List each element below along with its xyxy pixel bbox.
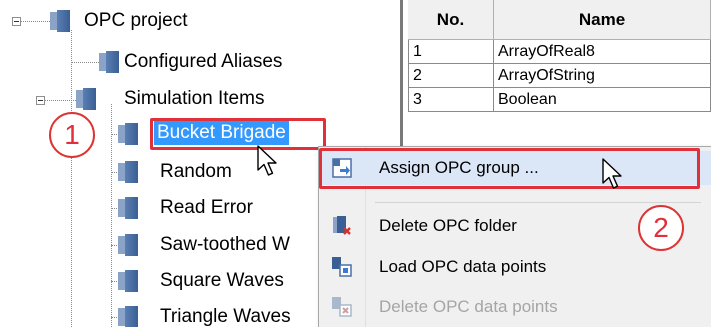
tree-item-read-error[interactable]: Read Error	[160, 196, 253, 220]
tree-item-random[interactable]: Random	[160, 160, 232, 184]
mouse-cursor-icon	[602, 158, 622, 189]
step-callout-2: 2	[638, 205, 684, 251]
tree-item-configured-aliases[interactable]: Configured Aliases	[124, 50, 282, 74]
cell-no[interactable]: 1	[408, 40, 494, 64]
tree-connector	[111, 104, 112, 327]
collapse-simulation-items-toggle[interactable]	[36, 96, 45, 105]
tree-item-simulation-items[interactable]: Simulation Items	[124, 87, 264, 111]
delete-data-points-icon	[332, 297, 352, 317]
column-header-name[interactable]: Name	[494, 0, 711, 40]
load-data-points-icon	[332, 257, 352, 277]
delete-folder-icon	[333, 216, 351, 235]
project-icon	[50, 10, 70, 32]
folder-icon	[118, 161, 138, 183]
tree-item-triangle-waves[interactable]: Triangle Waves	[160, 305, 291, 327]
tree-connector	[71, 30, 72, 327]
tree-connector	[16, 21, 50, 22]
menu-item-label: Delete OPC folder	[379, 216, 517, 235]
menu-separator	[375, 202, 701, 203]
annotation-highlight-box	[150, 118, 326, 150]
mouse-cursor-icon	[257, 145, 277, 176]
folder-icon	[99, 51, 119, 73]
tree-root-label[interactable]: OPC project	[84, 9, 187, 33]
menu-item-load-opc-data-points[interactable]: Load OPC data points	[319, 250, 711, 284]
menu-item-label: Delete OPC data points	[379, 297, 558, 316]
tree-item-square-waves[interactable]: Square Waves	[160, 269, 284, 293]
cell-no[interactable]: 2	[408, 64, 494, 88]
tree-connector	[71, 62, 99, 63]
cell-no[interactable]: 3	[408, 88, 494, 112]
menu-item-label: Load OPC data points	[379, 257, 547, 276]
cell-name[interactable]: ArrayOfString	[494, 64, 711, 88]
folder-icon	[118, 123, 138, 145]
folder-icon	[118, 306, 138, 327]
step-callout-1: 1	[49, 112, 95, 158]
collapse-root-toggle[interactable]	[12, 17, 21, 26]
tree-item-saw-toothed-waves[interactable]: Saw-toothed W	[160, 233, 290, 257]
folder-icon	[118, 234, 138, 256]
menu-item-delete-opc-data-points[interactable]: Delete OPC data points	[319, 290, 711, 324]
cell-name[interactable]: Boolean	[494, 88, 711, 112]
annotation-highlight-box	[319, 148, 700, 189]
folder-icon	[118, 270, 138, 292]
column-header-no[interactable]: No.	[408, 0, 494, 40]
tree-connector	[40, 100, 76, 101]
folder-icon	[118, 197, 138, 219]
folder-icon	[76, 88, 96, 110]
cell-name[interactable]: ArrayOfReal8	[494, 40, 711, 64]
